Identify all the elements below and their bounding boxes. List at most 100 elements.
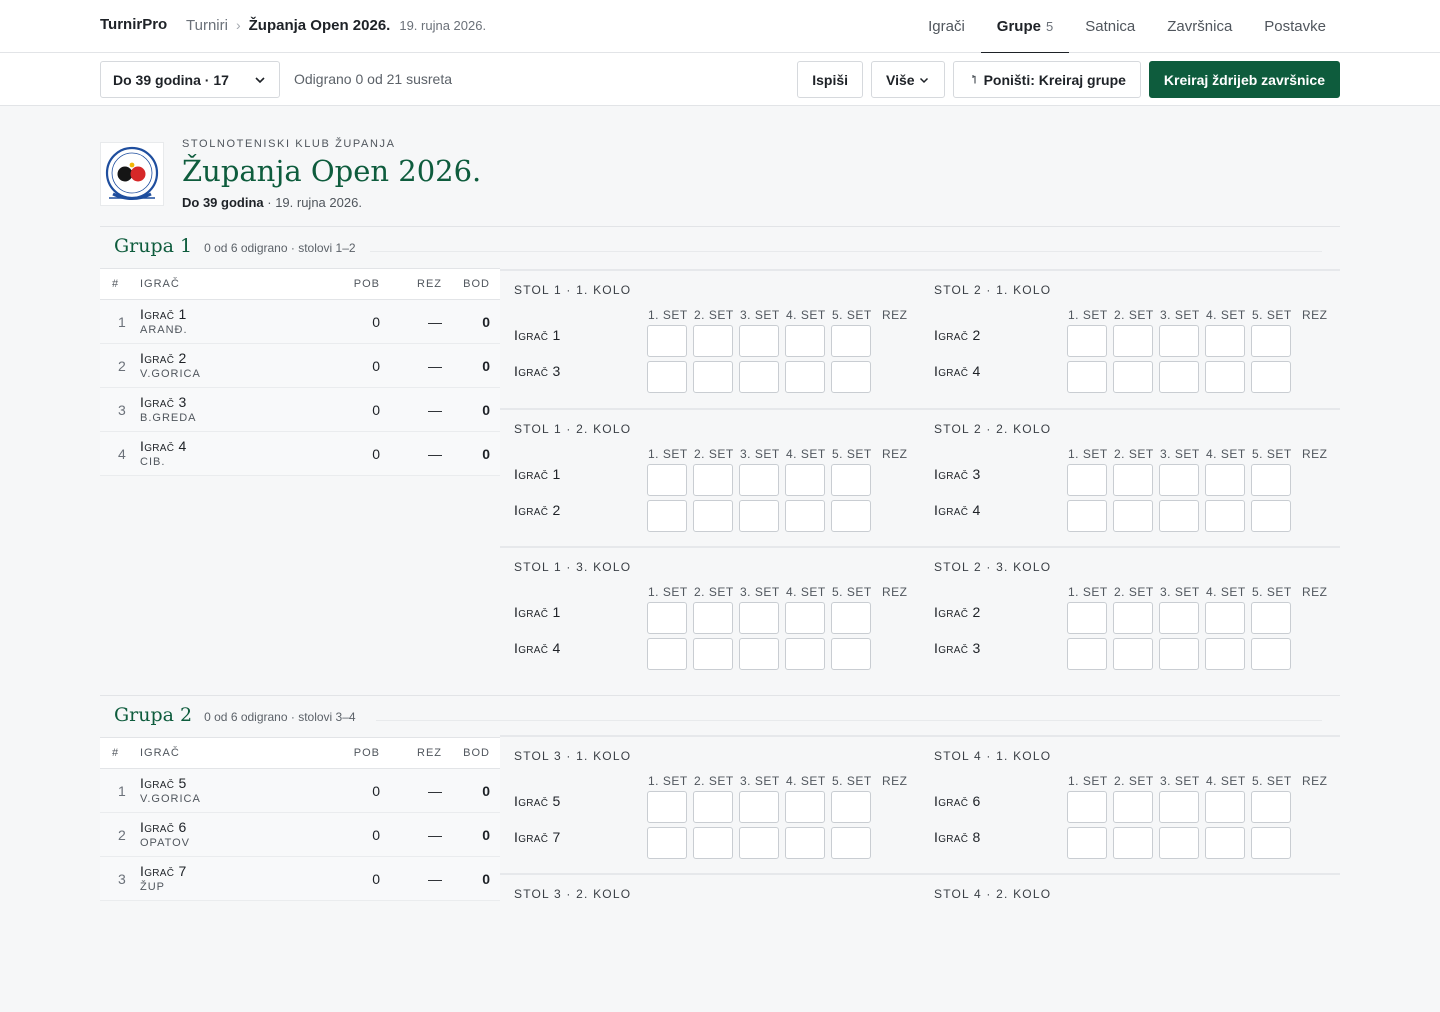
set-score-input[interactable] xyxy=(831,500,871,532)
set-score-input[interactable] xyxy=(647,500,687,532)
set-score-input[interactable] xyxy=(1205,325,1245,357)
set-score-input[interactable] xyxy=(739,791,779,823)
set-score-input[interactable] xyxy=(739,602,779,634)
set-score-input[interactable] xyxy=(693,791,733,823)
set-score-input[interactable] xyxy=(1251,827,1291,859)
set-score-input[interactable] xyxy=(1205,827,1245,859)
set-score-input[interactable] xyxy=(1159,638,1199,670)
set-score-input[interactable] xyxy=(1251,602,1291,634)
breadcrumb-tournaments-link[interactable]: Turniri xyxy=(186,17,228,34)
category-select[interactable]: Do 39 godina · 17 xyxy=(100,61,280,98)
undo-create-groups-button[interactable]: Poništi: Kreiraj grupe xyxy=(952,61,1141,98)
set-score-input[interactable] xyxy=(1067,500,1107,532)
set-score-input[interactable] xyxy=(647,602,687,634)
standings-row[interactable]: 2 Igrač 2 V.GORICA 0 — 0 xyxy=(100,344,500,388)
set-score-input[interactable] xyxy=(647,827,687,859)
tab-schedule[interactable]: Satnica xyxy=(1069,0,1151,53)
set-score-input[interactable] xyxy=(1159,464,1199,496)
set-score-input[interactable] xyxy=(1113,361,1153,393)
more-button[interactable]: Više xyxy=(871,61,945,98)
set-score-input[interactable] xyxy=(1251,500,1291,532)
set-score-input[interactable] xyxy=(1113,325,1153,357)
set-score-input[interactable] xyxy=(1205,638,1245,670)
set-score-input[interactable] xyxy=(831,361,871,393)
set-score-input[interactable] xyxy=(785,791,825,823)
set-score-input[interactable] xyxy=(1113,602,1153,634)
set-score-input[interactable] xyxy=(647,638,687,670)
set-score-input[interactable] xyxy=(739,464,779,496)
set-score-input[interactable] xyxy=(1067,464,1107,496)
set-score-input[interactable] xyxy=(831,602,871,634)
set-score-input[interactable] xyxy=(693,638,733,670)
set-score-input[interactable] xyxy=(1251,464,1291,496)
set-score-input[interactable] xyxy=(1205,500,1245,532)
app-brand[interactable]: TurnirPro xyxy=(100,16,167,33)
set-score-input[interactable] xyxy=(1251,361,1291,393)
set-score-input[interactable] xyxy=(739,827,779,859)
set-score-input[interactable] xyxy=(739,325,779,357)
set-score-input[interactable] xyxy=(739,638,779,670)
set-score-input[interactable] xyxy=(1067,827,1107,859)
set-score-input[interactable] xyxy=(1113,500,1153,532)
set-score-input[interactable] xyxy=(1113,464,1153,496)
set-score-input[interactable] xyxy=(647,361,687,393)
set-score-input[interactable] xyxy=(693,361,733,393)
set-score-input[interactable] xyxy=(785,361,825,393)
set-score-input[interactable] xyxy=(647,791,687,823)
set-score-input[interactable] xyxy=(785,827,825,859)
set-score-input[interactable] xyxy=(693,325,733,357)
set-score-input[interactable] xyxy=(831,791,871,823)
set-score-input[interactable] xyxy=(831,325,871,357)
set-column-label: 3. SET xyxy=(1160,774,1200,788)
set-score-input[interactable] xyxy=(693,602,733,634)
standings-row[interactable]: 3 Igrač 7 ŽUP 0 — 0 xyxy=(100,857,500,901)
set-score-input[interactable] xyxy=(1067,325,1107,357)
set-score-input[interactable] xyxy=(1159,791,1199,823)
set-score-input[interactable] xyxy=(1067,791,1107,823)
set-score-input[interactable] xyxy=(1113,638,1153,670)
set-score-input[interactable] xyxy=(785,602,825,634)
print-button[interactable]: Ispiši xyxy=(797,61,864,98)
set-score-input[interactable] xyxy=(831,638,871,670)
set-score-input[interactable] xyxy=(693,827,733,859)
standings-row[interactable]: 4 Igrač 4 CIB. 0 — 0 xyxy=(100,432,500,476)
set-score-input[interactable] xyxy=(1159,325,1199,357)
set-score-input[interactable] xyxy=(831,464,871,496)
set-score-input[interactable] xyxy=(647,325,687,357)
set-score-input[interactable] xyxy=(1205,361,1245,393)
set-score-input[interactable] xyxy=(1205,464,1245,496)
set-score-input[interactable] xyxy=(1067,638,1107,670)
standings-row[interactable]: 1 Igrač 1 ARANĐ. 0 — 0 xyxy=(100,300,500,344)
set-score-input[interactable] xyxy=(693,500,733,532)
standings-row[interactable]: 1 Igrač 5 V.GORICA 0 — 0 xyxy=(100,769,500,813)
set-score-input[interactable] xyxy=(1067,361,1107,393)
set-score-input[interactable] xyxy=(1159,602,1199,634)
set-score-input[interactable] xyxy=(785,464,825,496)
create-finals-draw-button[interactable]: Kreiraj ždrijeb završnice xyxy=(1148,61,1340,98)
set-score-input[interactable] xyxy=(647,464,687,496)
set-score-input[interactable] xyxy=(739,361,779,393)
set-score-input[interactable] xyxy=(831,827,871,859)
set-score-input[interactable] xyxy=(1113,827,1153,859)
set-score-input[interactable] xyxy=(693,464,733,496)
set-score-input[interactable] xyxy=(739,500,779,532)
set-score-input[interactable] xyxy=(1159,500,1199,532)
set-score-input[interactable] xyxy=(1251,325,1291,357)
tab-groups[interactable]: Grupe 5 xyxy=(980,0,1070,54)
set-score-input[interactable] xyxy=(1159,827,1199,859)
set-score-input[interactable] xyxy=(1067,602,1107,634)
set-score-input[interactable] xyxy=(1159,361,1199,393)
set-score-input[interactable] xyxy=(785,325,825,357)
set-score-input[interactable] xyxy=(1251,638,1291,670)
set-score-input[interactable] xyxy=(1251,791,1291,823)
tab-finals[interactable]: Završnica xyxy=(1151,0,1248,53)
set-score-input[interactable] xyxy=(1205,602,1245,634)
set-score-input[interactable] xyxy=(1113,791,1153,823)
standings-row[interactable]: 3 Igrač 3 B.GREDA 0 — 0 xyxy=(100,388,500,432)
set-score-input[interactable] xyxy=(785,500,825,532)
set-score-input[interactable] xyxy=(785,638,825,670)
standings-row[interactable]: 2 Igrač 6 OPATOV 0 — 0 xyxy=(100,813,500,857)
tab-settings[interactable]: Postavke xyxy=(1248,0,1342,53)
set-score-input[interactable] xyxy=(1205,791,1245,823)
tab-players[interactable]: Igrači xyxy=(912,0,981,53)
